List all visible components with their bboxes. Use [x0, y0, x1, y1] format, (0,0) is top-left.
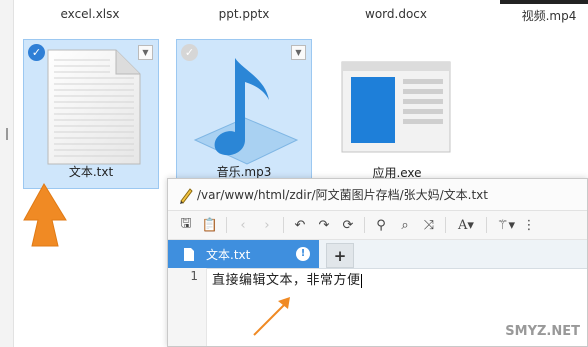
toolbar-divider: [364, 217, 365, 233]
application-window-icon: [341, 61, 451, 153]
text-caret: [360, 273, 362, 288]
toolbar-divider: [226, 217, 227, 233]
pin-icon[interactable]: ⚲: [369, 214, 393, 236]
file-name-ppt[interactable]: ppt.pptx: [179, 7, 309, 21]
paste-icon[interactable]: 📋: [198, 214, 222, 236]
editor-line-content[interactable]: 直接编辑文本，非常方便: [212, 273, 361, 288]
chevron-right-icon[interactable]: ›: [255, 214, 279, 236]
editor-titlebar: /var/www/html/zdir/阿文菌图片存档/张大妈/文本.txt: [168, 179, 587, 211]
music-note-icon: [193, 58, 299, 165]
unsaved-warning-icon: !: [296, 247, 310, 261]
file-tile-text[interactable]: ✓ ▼ 文本.txt: [23, 39, 159, 189]
resize-grip[interactable]: [6, 128, 8, 140]
toolbar-divider: [283, 217, 284, 233]
file-name-excel[interactable]: excel.xlsx: [25, 7, 155, 21]
document-icon: [184, 247, 194, 261]
video-thumbnail-edge: [500, 0, 588, 4]
annotation-arrow-icon: [253, 297, 290, 336]
search-icon[interactable]: ⌕: [393, 214, 417, 236]
file-tile-app[interactable]: 应用.exe: [329, 39, 465, 189]
more-icon[interactable]: ⋮: [521, 214, 537, 236]
redo-icon[interactable]: ↷: [312, 214, 336, 236]
editor-text-area[interactable]: 直接编辑文本，非常方便: [212, 269, 362, 288]
annotation-arrow-icon: [23, 183, 67, 247]
watermark-logo: SMYZ.NET: [505, 324, 580, 339]
chevron-left-icon[interactable]: ‹: [231, 214, 255, 236]
add-tab-button[interactable]: +: [326, 243, 354, 268]
checkmark-icon[interactable]: ✓: [28, 44, 45, 61]
undo-icon[interactable]: ↶: [288, 214, 312, 236]
toolbar-divider: [486, 217, 487, 233]
editor-toolbar: 🖫 📋 ‹ › ↶ ↷ ⟳ ⚲ ⌕ ⤨ A▾ ⚚▾ ⋮: [168, 211, 587, 240]
pencil-icon: [180, 187, 193, 204]
file-name-word[interactable]: word.docx: [331, 7, 461, 21]
tab-label: 文本.txt: [206, 247, 251, 262]
file-name-text[interactable]: 文本.txt: [24, 163, 158, 180]
tab-file-text[interactable]: 文本.txt !: [168, 240, 319, 268]
font-icon[interactable]: A▾: [450, 214, 482, 236]
left-panel-divider[interactable]: [0, 0, 14, 347]
file-path: /var/www/html/zdir/阿文菌图片存档/张大妈/文本.txt: [197, 188, 488, 202]
file-name-video[interactable]: 视频.mp4: [484, 7, 588, 24]
toolbar-divider: [445, 217, 446, 233]
magic-wand-icon[interactable]: ⚚▾: [491, 214, 521, 236]
file-tile-music[interactable]: ✓ ▼ 音乐.mp3: [176, 39, 312, 189]
editor-tabbar: 文本.txt ! +: [168, 240, 587, 269]
save-icon[interactable]: 🖫: [174, 214, 198, 236]
text-editor-window: /var/www/html/zdir/阿文菌图片存档/张大妈/文本.txt 🖫 …: [167, 178, 588, 347]
refresh-icon[interactable]: ⟳: [336, 214, 360, 236]
shuffle-icon[interactable]: ⤨: [417, 214, 441, 236]
text-file-icon: [47, 49, 141, 165]
line-number: 1: [190, 269, 198, 283]
